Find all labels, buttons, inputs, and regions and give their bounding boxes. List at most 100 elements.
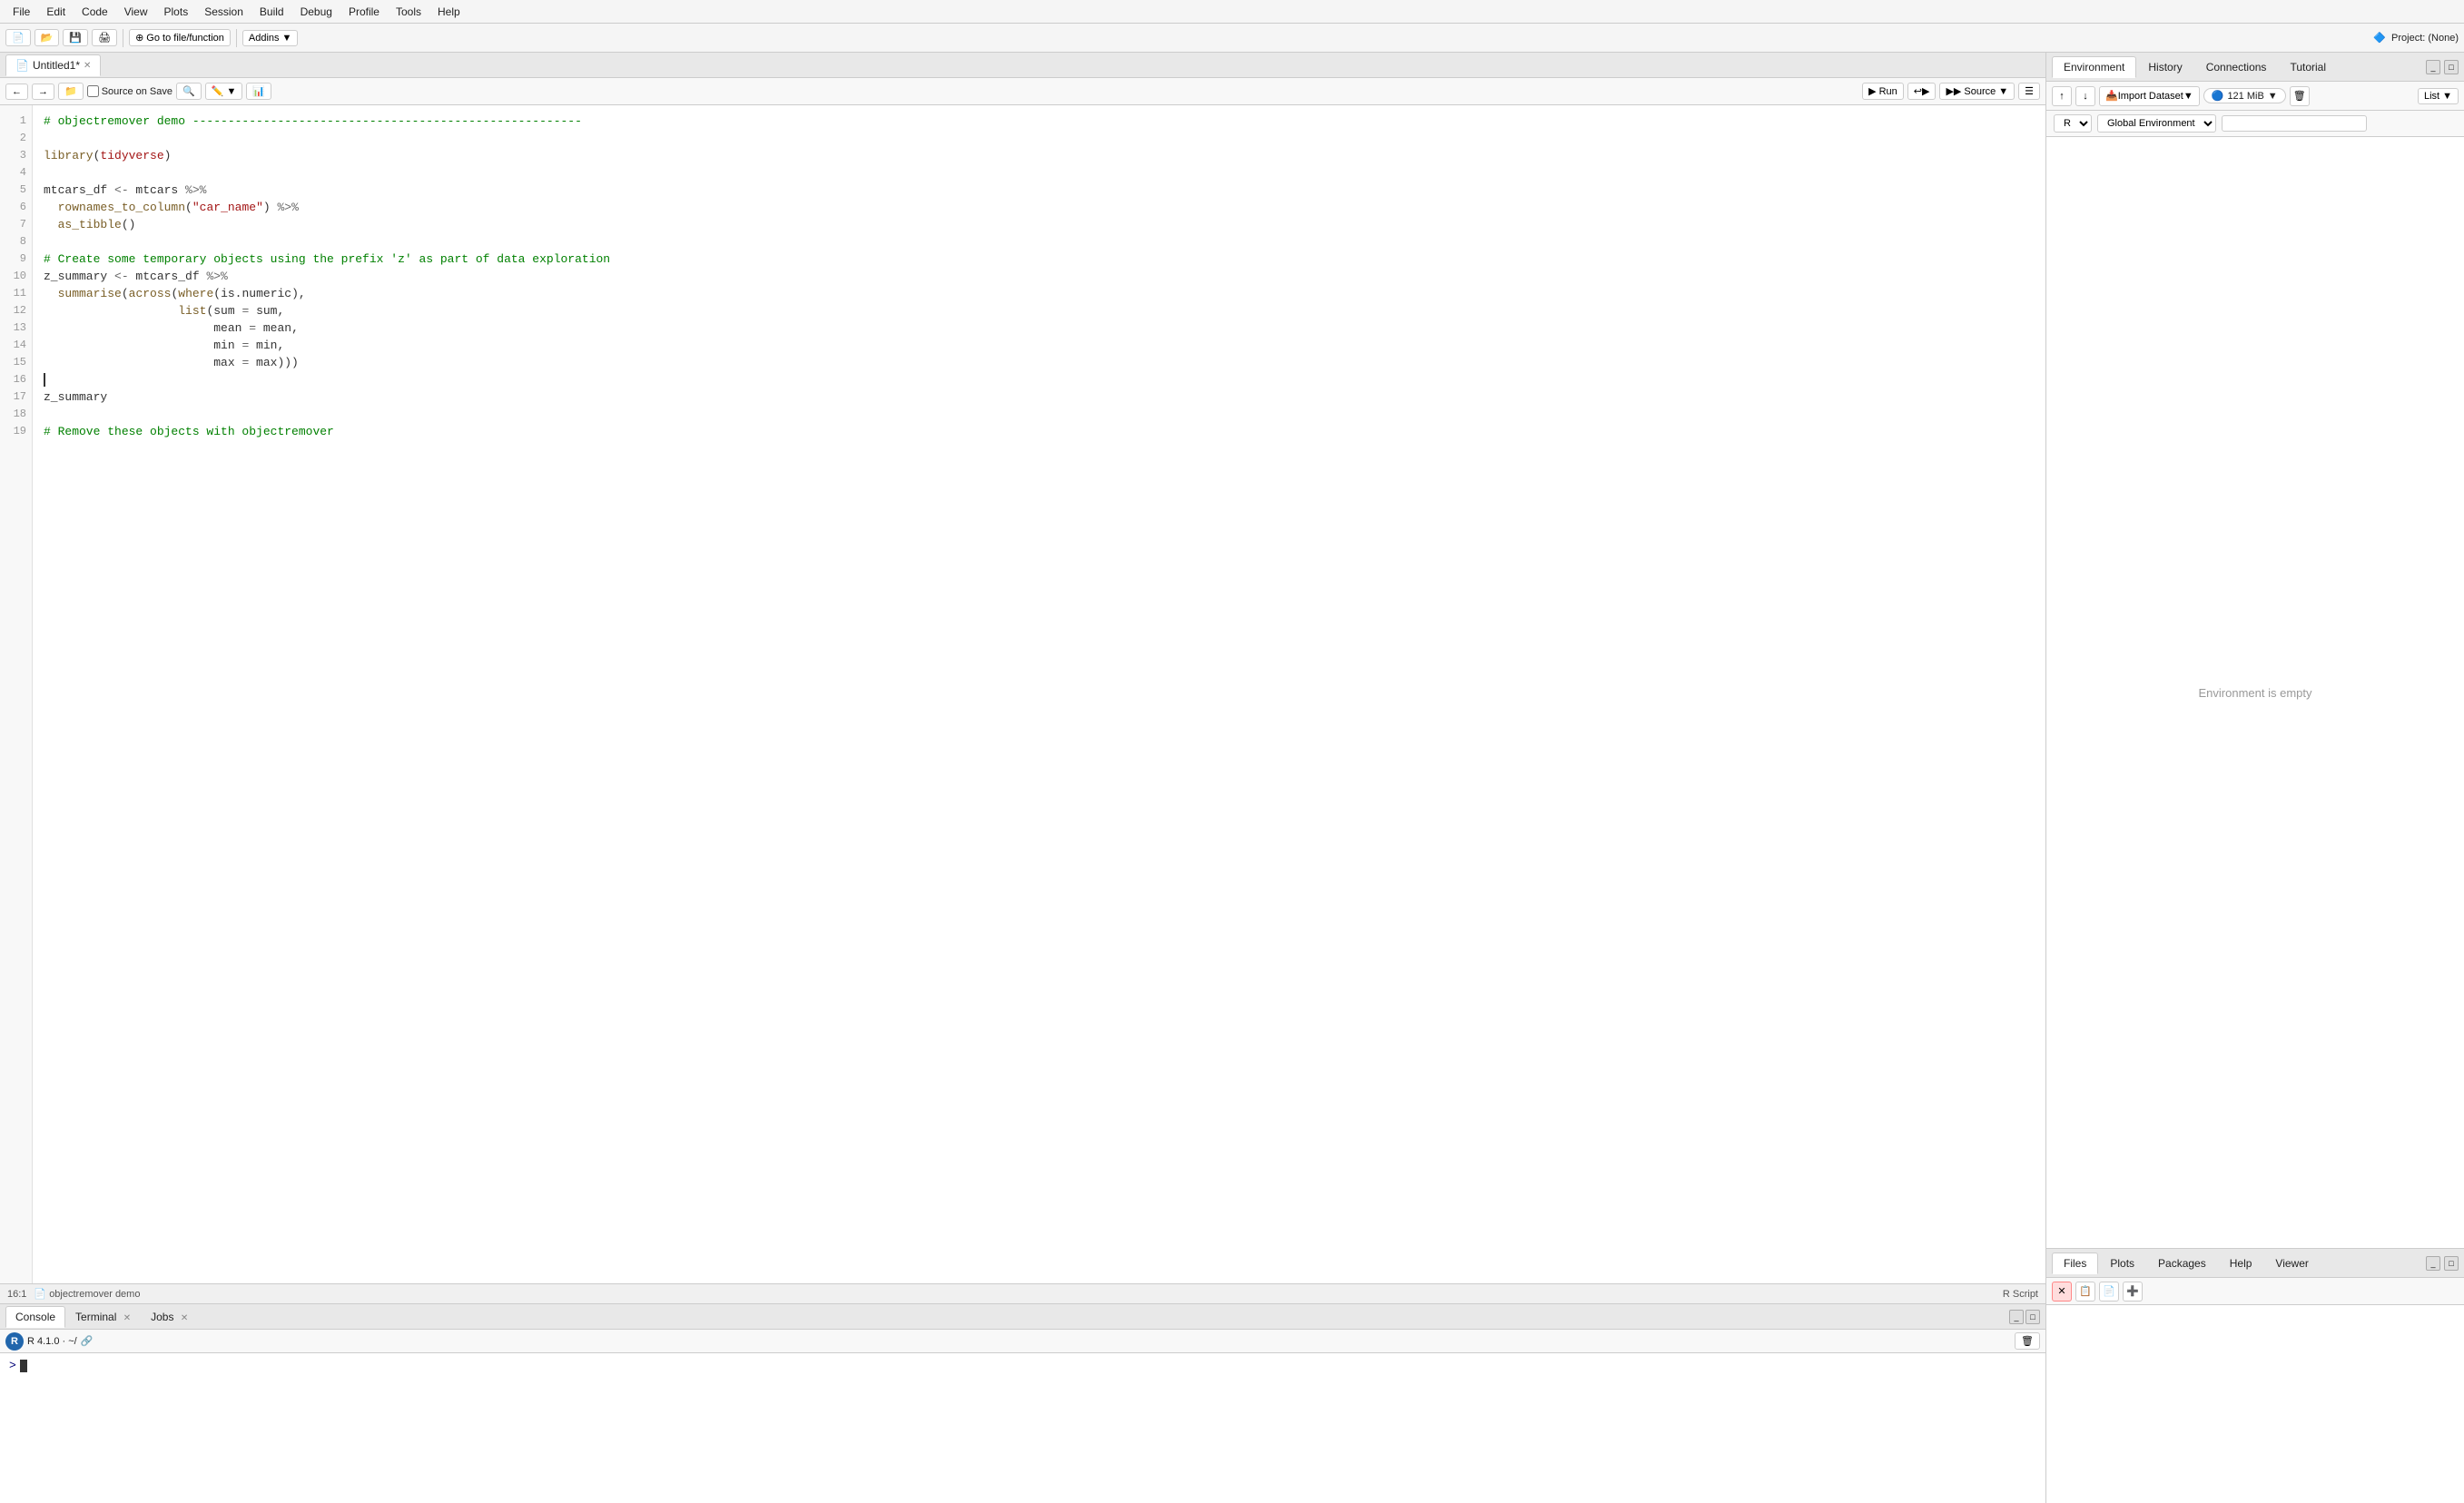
console-content[interactable]: > — [0, 1353, 2045, 1503]
save-btn[interactable]: 💾 — [63, 29, 88, 46]
files-maximize[interactable]: □ — [2444, 1256, 2459, 1271]
env-save-btn[interactable]: ↓ — [2075, 86, 2095, 106]
tab-jobs[interactable]: Jobs ✕ — [141, 1306, 198, 1328]
env-clear-btn[interactable]: 🗑 — [2290, 86, 2310, 106]
addins-arrow: ▼ — [282, 33, 292, 44]
tab-files[interactable]: Files — [2052, 1252, 2098, 1274]
tab-terminal[interactable]: Terminal ✕ — [65, 1306, 141, 1328]
menu-file[interactable]: File — [5, 4, 37, 20]
import-label: Import Dataset — [2118, 91, 2183, 102]
back-btn[interactable]: ← — [5, 84, 28, 100]
tab-title: Untitled1* — [33, 59, 80, 72]
code-editor[interactable]: 12345 678910 1112131415 16171819 # objec… — [0, 105, 2045, 1283]
env-empty-message: Environment is empty — [2199, 686, 2312, 700]
tab-tutorial[interactable]: Tutorial — [2278, 56, 2338, 78]
goto-btn[interactable]: ⊕ Go to file/function — [129, 29, 231, 46]
compile-btn[interactable]: 📊 — [246, 83, 271, 100]
env-content: Environment is empty — [2046, 137, 2464, 1248]
files-copy-btn[interactable]: 📋 — [2075, 1282, 2095, 1302]
tab-environment[interactable]: Environment — [2052, 56, 2136, 78]
tab-help[interactable]: Help — [2218, 1252, 2264, 1274]
env-minimize[interactable]: _ — [2426, 60, 2440, 74]
right-top-tab-bar: Environment History Connections Tutorial… — [2046, 53, 2464, 82]
open-file-btn[interactable]: 📂 — [34, 29, 60, 46]
import-arrow: ▼ — [2183, 91, 2193, 102]
code-content[interactable]: # objectremover demo -------------------… — [33, 105, 2045, 1283]
source-dropdown: ▼ — [1998, 86, 2008, 97]
menu-plots[interactable]: Plots — [157, 4, 196, 20]
tab-doc-icon: 📄 — [15, 59, 29, 72]
import-icon: 📥 — [2105, 90, 2118, 102]
env-import-btn[interactable]: 📥 Import Dataset ▼ — [2099, 86, 2200, 106]
right-panel: Environment History Connections Tutorial… — [2046, 53, 2464, 1503]
jobs-close[interactable]: ✕ — [181, 1313, 188, 1323]
files-new-btn[interactable]: ➕ — [2123, 1282, 2143, 1302]
tab-history[interactable]: History — [2136, 56, 2193, 78]
files-paste-btn[interactable]: 📄 — [2099, 1282, 2119, 1302]
tab-plots[interactable]: Plots — [2098, 1252, 2146, 1274]
project-label: Project: (None) — [2391, 33, 2459, 44]
menu-view[interactable]: View — [117, 4, 155, 20]
source-checkbox-input[interactable] — [87, 85, 99, 97]
doc-outline-btn[interactable]: ☰ — [2018, 83, 2040, 100]
tab-viewer[interactable]: Viewer — [2263, 1252, 2320, 1274]
list-btn[interactable]: List ▼ — [2418, 88, 2459, 104]
editor-toolbar: ← → 📁 Source on Save 🔍 ✏️ ▼ 📊 ▶ Run ↩▶ — [0, 78, 2045, 105]
env-maximize[interactable]: □ — [2444, 60, 2459, 74]
print-btn[interactable]: 🖨 — [92, 29, 117, 46]
right-bottom-panel: Files Plots Packages Help Viewer _ □ — [2046, 1249, 2464, 1503]
mem-value: 121 MiB — [2227, 91, 2263, 102]
files-delete-btn[interactable]: ✕ — [2052, 1282, 2072, 1302]
menu-debug[interactable]: Debug — [293, 4, 340, 20]
console-clear-btn[interactable]: 🗑 — [2015, 1332, 2040, 1350]
list-label: List — [2424, 91, 2439, 102]
menu-code[interactable]: Code — [74, 4, 115, 20]
global-env-select[interactable]: Global Environment — [2097, 114, 2216, 133]
tab-packages[interactable]: Packages — [2146, 1252, 2218, 1274]
env-search-input[interactable] — [2222, 115, 2367, 132]
console-minimize[interactable]: _ — [2009, 1310, 2024, 1324]
source-on-save-checkbox[interactable]: Source on Save — [87, 85, 172, 97]
tab-connections[interactable]: Connections — [2194, 56, 2279, 78]
editor-tab-untitled1[interactable]: 📄 Untitled1* ✕ — [5, 54, 101, 76]
main-content: 📄 Untitled1* ✕ ← → 📁 Source on Save 🔍 ✏️… — [0, 53, 2464, 1503]
addins-btn[interactable]: Addins ▼ — [242, 30, 299, 46]
search-btn[interactable]: 🔍 — [176, 83, 202, 100]
tab-close-btn[interactable]: ✕ — [84, 61, 91, 71]
console-maximize[interactable]: □ — [2025, 1310, 2040, 1324]
editor-tab-bar: 📄 Untitled1* ✕ — [0, 53, 2045, 78]
forward-btn[interactable]: → — [32, 84, 54, 100]
menu-tools[interactable]: Tools — [389, 4, 429, 20]
menu-session[interactable]: Session — [197, 4, 251, 20]
console-win-controls: _ □ — [2009, 1310, 2040, 1324]
menu-bar: File Edit Code View Plots Session Build … — [0, 0, 2464, 24]
dir-link[interactable]: 🔗 — [81, 1335, 94, 1348]
prompt-cursor — [20, 1360, 27, 1372]
files-minimize[interactable]: _ — [2426, 1256, 2440, 1271]
env-toolbar: ↑ ↓ 📥 Import Dataset ▼ 🔵 121 MiB ▼ 🗑 Lis… — [2046, 82, 2464, 111]
memory-badge: 🔵 121 MiB ▼ — [2203, 88, 2286, 103]
terminal-close[interactable]: ✕ — [123, 1313, 131, 1323]
env-load-btn[interactable]: ↑ — [2052, 86, 2072, 106]
menu-edit[interactable]: Edit — [39, 4, 73, 20]
run-icon: ▶ — [1868, 85, 1876, 97]
tab-console[interactable]: Console — [5, 1306, 65, 1328]
show-in-files-btn[interactable]: 📁 — [58, 83, 84, 100]
run-btn[interactable]: ▶ Run — [1862, 83, 1904, 100]
menu-profile[interactable]: Profile — [341, 4, 387, 20]
new-file-btn[interactable]: 📄 — [5, 29, 31, 46]
cursor-position: 16:1 — [7, 1289, 26, 1300]
global-toolbar: 📄 📂 💾 🖨 ⊕ Go to file/function Addins ▼ 🔷… — [0, 24, 2464, 53]
code-tools-btn[interactable]: ✏️ ▼ — [205, 83, 243, 100]
source-btn[interactable]: ▶▶ Source ▼ — [1939, 83, 2015, 100]
line-numbers: 12345 678910 1112131415 16171819 — [0, 105, 33, 1283]
files-content — [2046, 1305, 2464, 1503]
console-toolbar: R R 4.1.0 · ~/ 🔗 🗑 — [0, 1330, 2045, 1353]
sep2 — [236, 29, 237, 47]
menu-help[interactable]: Help — [430, 4, 468, 20]
r-version: R 4.1.0 · ~/ — [27, 1336, 77, 1347]
env-language-select[interactable]: R — [2054, 114, 2092, 133]
prompt-symbol: > — [9, 1359, 16, 1372]
re-run-btn[interactable]: ↩▶ — [1907, 83, 1937, 100]
menu-build[interactable]: Build — [252, 4, 291, 20]
